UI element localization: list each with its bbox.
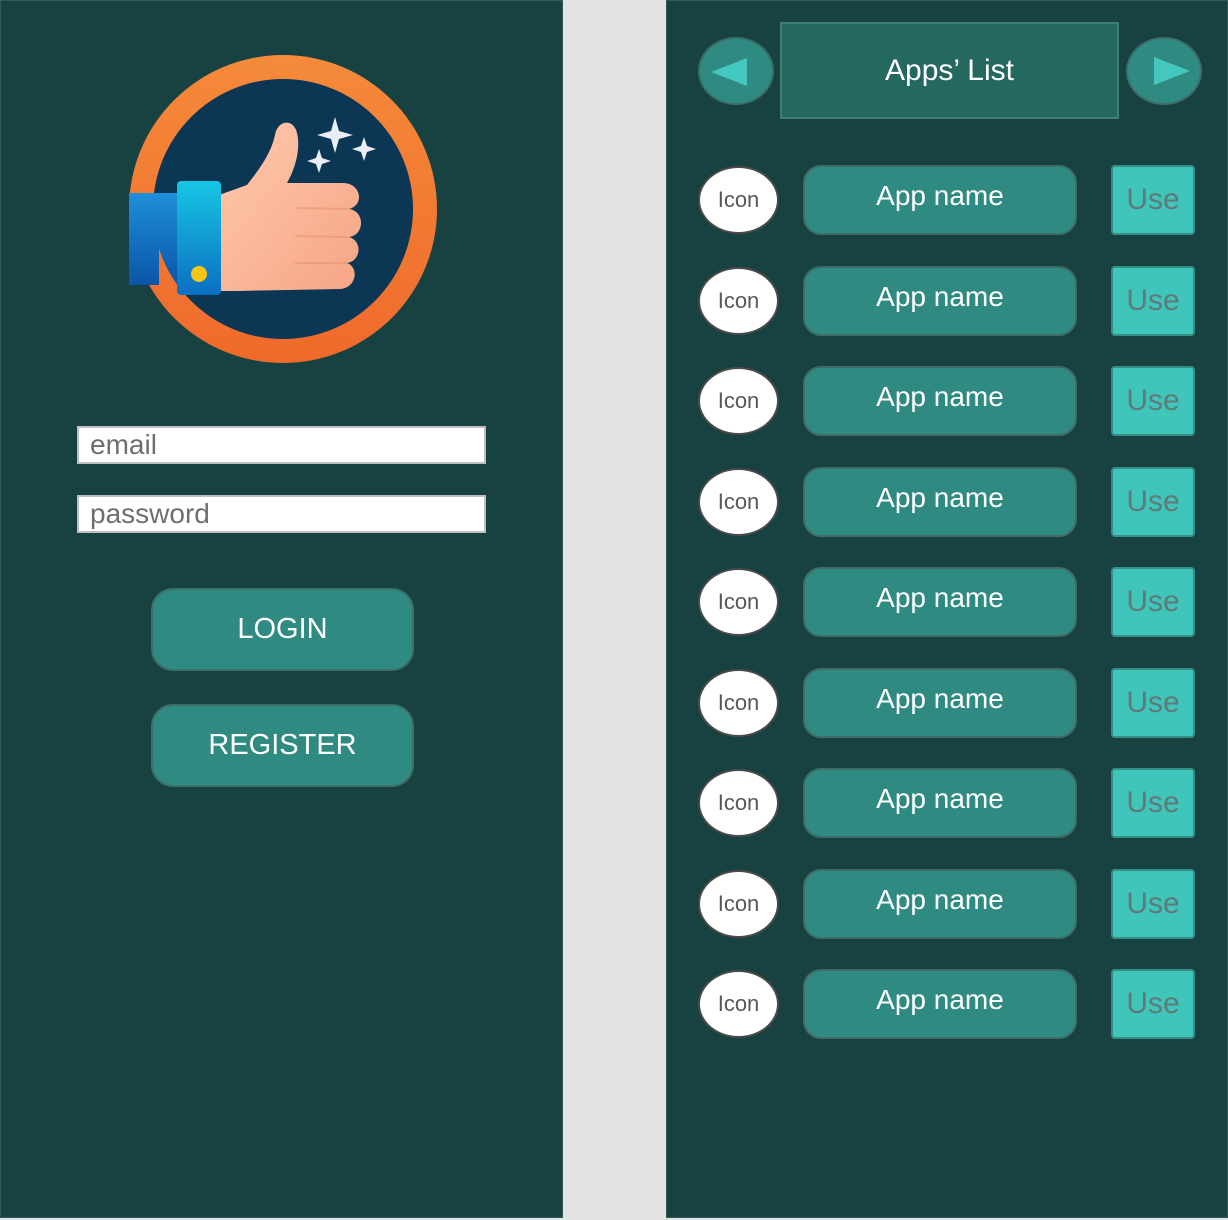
login-button[interactable]: LOGIN bbox=[151, 588, 414, 671]
use-button[interactable]: Use bbox=[1111, 668, 1195, 738]
app-list-item: Icon App name Use bbox=[667, 567, 1227, 639]
app-name-button[interactable]: App name bbox=[803, 768, 1077, 838]
app-name-button[interactable]: App name bbox=[803, 266, 1077, 336]
use-button[interactable]: Use bbox=[1111, 969, 1195, 1039]
app-name-button[interactable]: App name bbox=[803, 869, 1077, 939]
app-list-item: Icon App name Use bbox=[667, 668, 1227, 740]
use-button[interactable]: Use bbox=[1111, 567, 1195, 637]
app-list-item: Icon App name Use bbox=[667, 768, 1227, 840]
app-name-button[interactable]: App name bbox=[803, 467, 1077, 537]
login-panel: LOGIN REGISTER bbox=[0, 0, 563, 1218]
app-list-item: Icon App name Use bbox=[667, 266, 1227, 338]
app-name-button[interactable]: App name bbox=[803, 567, 1077, 637]
app-icon-placeholder[interactable]: Icon bbox=[698, 267, 779, 335]
app-list-item: Icon App name Use bbox=[667, 165, 1227, 237]
app-icon-placeholder[interactable]: Icon bbox=[698, 367, 779, 435]
app-name-button[interactable]: App name bbox=[803, 165, 1077, 235]
app-icon-placeholder[interactable]: Icon bbox=[698, 166, 779, 234]
use-button[interactable]: Use bbox=[1111, 165, 1195, 235]
app-icon-placeholder[interactable]: Icon bbox=[698, 870, 779, 938]
app-list: Icon App name Use Icon App name Use Icon App na… bbox=[667, 1, 1227, 1217]
app-icon-placeholder[interactable]: Icon bbox=[698, 769, 779, 837]
use-button[interactable]: Use bbox=[1111, 467, 1195, 537]
password-field[interactable] bbox=[77, 495, 486, 533]
app-icon-placeholder[interactable]: Icon bbox=[698, 468, 779, 536]
use-button[interactable]: Use bbox=[1111, 869, 1195, 939]
app-icon-placeholder[interactable]: Icon bbox=[698, 568, 779, 636]
app-list-item: Icon App name Use bbox=[667, 467, 1227, 539]
thumbs-up-logo-icon bbox=[129, 55, 437, 363]
email-field[interactable] bbox=[77, 426, 486, 464]
app-list-item: Icon App name Use bbox=[667, 366, 1227, 438]
app-name-button[interactable]: App name bbox=[803, 668, 1077, 738]
app-list-item: Icon App name Use bbox=[667, 969, 1227, 1041]
use-button[interactable]: Use bbox=[1111, 266, 1195, 336]
register-button[interactable]: REGISTER bbox=[151, 704, 414, 787]
app-icon-placeholder[interactable]: Icon bbox=[698, 669, 779, 737]
apps-list-panel: Apps’ List Icon App name Use Icon App name Us… bbox=[666, 0, 1228, 1218]
app-icon-placeholder[interactable]: Icon bbox=[698, 970, 779, 1038]
login-button-label: LOGIN bbox=[237, 613, 328, 645]
use-button[interactable]: Use bbox=[1111, 366, 1195, 436]
app-name-button[interactable]: App name bbox=[803, 366, 1077, 436]
app-list-item: Icon App name Use bbox=[667, 869, 1227, 941]
use-button[interactable]: Use bbox=[1111, 768, 1195, 838]
register-button-label: REGISTER bbox=[208, 729, 357, 761]
app-name-button[interactable]: App name bbox=[803, 969, 1077, 1039]
